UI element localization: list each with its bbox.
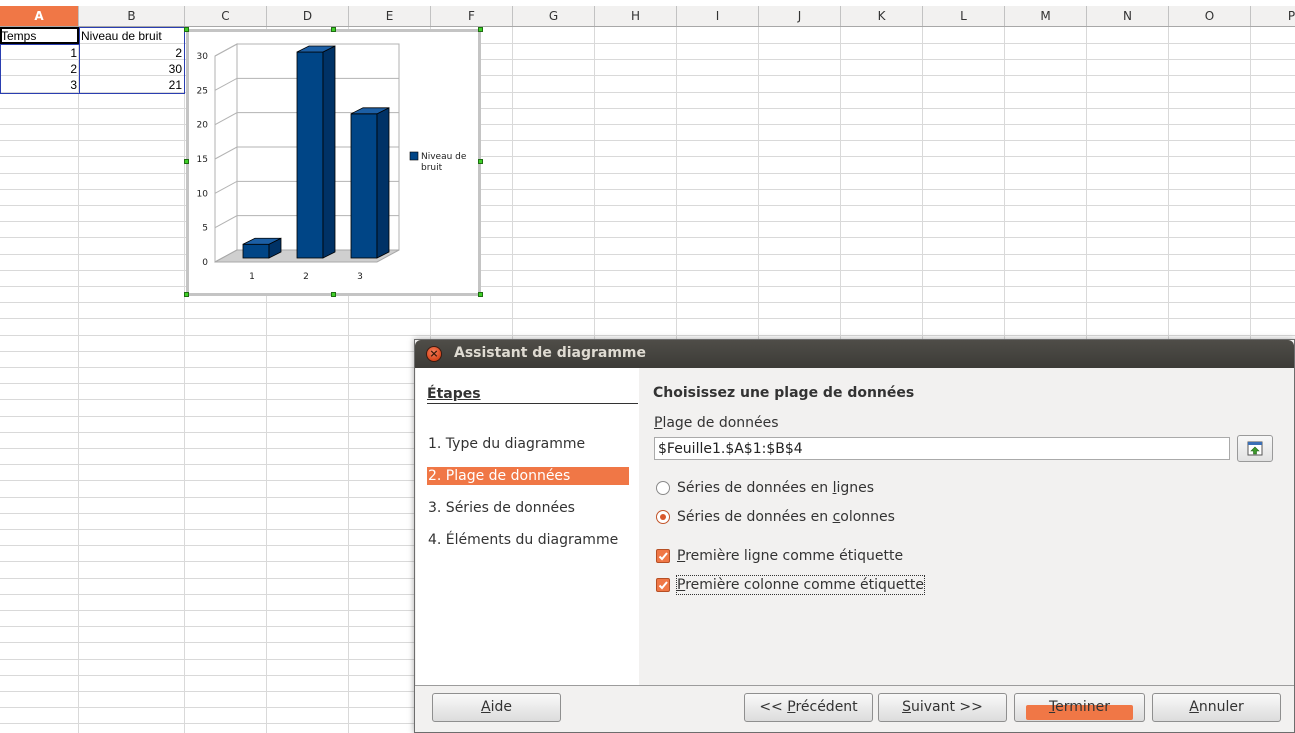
close-icon[interactable]: × bbox=[426, 346, 442, 362]
cancel-button[interactable]: Annuler bbox=[1152, 693, 1281, 722]
section-title: Choisissez une plage de données bbox=[653, 385, 915, 401]
resize-handle-br[interactable] bbox=[478, 292, 483, 297]
y-tick-label: 5 bbox=[202, 224, 208, 234]
resize-handle-tr[interactable] bbox=[478, 27, 483, 32]
y-tick-label: 10 bbox=[197, 189, 209, 199]
grid-hline bbox=[0, 335, 1295, 336]
cell-a2[interactable]: 1 bbox=[0, 45, 79, 61]
next-button[interactable]: Suivant >> bbox=[878, 693, 1007, 722]
column-header-i[interactable]: I bbox=[677, 6, 759, 26]
bar-front-1 bbox=[242, 243, 270, 259]
column-header-p[interactable]: P bbox=[1251, 6, 1295, 26]
column-header-m[interactable]: M bbox=[1005, 6, 1087, 26]
checkbox-first-row[interactable] bbox=[656, 549, 670, 563]
cell-b4[interactable]: 21 bbox=[80, 77, 184, 93]
checkmark-icon bbox=[658, 552, 668, 561]
cell-a3[interactable]: 2 bbox=[0, 61, 79, 77]
y-tick-label: 25 bbox=[197, 86, 208, 96]
finish-button[interactable]: Terminer bbox=[1014, 693, 1145, 722]
chart-wizard-dialog: × Assistant de diagramme Étapes 1. Type … bbox=[414, 339, 1295, 733]
cell-b1[interactable]: Niveau de bruit bbox=[80, 28, 184, 44]
dialog-title: Assistant de diagramme bbox=[454, 345, 647, 361]
y-tick-label: 30 bbox=[197, 52, 209, 62]
step-chart-type[interactable]: 1. Type du diagramme bbox=[427, 435, 629, 453]
cell-a1[interactable]: Temps bbox=[0, 28, 79, 44]
resize-handle-tl[interactable] bbox=[184, 27, 189, 32]
legend-label-line2: bruit bbox=[421, 163, 443, 173]
column-header-e[interactable]: E bbox=[349, 6, 431, 26]
resize-handle-t[interactable] bbox=[331, 27, 336, 32]
resize-handle-l[interactable] bbox=[184, 159, 189, 164]
steps-panel: Étapes 1. Type du diagramme 2. Plage de … bbox=[416, 368, 639, 685]
dialog-titlebar[interactable]: × Assistant de diagramme bbox=[415, 340, 1294, 368]
column-headers: ABCDEFGHIJKLMNOP bbox=[0, 6, 1295, 27]
help-button[interactable]: Aide bbox=[432, 693, 561, 722]
select-range-button[interactable] bbox=[1237, 435, 1273, 462]
step-data-range[interactable]: 2. Plage de données bbox=[427, 467, 629, 485]
cell-b2[interactable]: 2 bbox=[80, 45, 184, 61]
x-tick-label: 3 bbox=[357, 272, 363, 282]
resize-handle-r[interactable] bbox=[478, 159, 483, 164]
column-header-f[interactable]: F bbox=[431, 6, 513, 26]
column-header-h[interactable]: H bbox=[595, 6, 677, 26]
bar-side-3 bbox=[376, 107, 390, 259]
cell-b3[interactable]: 30 bbox=[80, 61, 184, 77]
y-tick-label: 15 bbox=[197, 155, 208, 165]
grid-hline bbox=[0, 318, 1295, 319]
step-content: Choisissez une plage de données Plage de… bbox=[639, 368, 1294, 685]
column-header-n[interactable]: N bbox=[1087, 6, 1169, 26]
column-header-k[interactable]: K bbox=[841, 6, 923, 26]
steps-heading: Étapes bbox=[427, 386, 638, 404]
data-range-input[interactable] bbox=[654, 437, 1230, 460]
column-header-o[interactable]: O bbox=[1169, 6, 1251, 26]
bar-side-2 bbox=[322, 45, 336, 259]
column-header-c[interactable]: C bbox=[185, 6, 267, 26]
column-header-j[interactable]: J bbox=[759, 6, 841, 26]
y-tick-label: 0 bbox=[202, 258, 208, 268]
back-button[interactable]: << Précédent bbox=[744, 693, 873, 722]
button-separator bbox=[415, 685, 1294, 686]
bar-front-3 bbox=[350, 113, 378, 259]
column-header-g[interactable]: G bbox=[513, 6, 595, 26]
column-header-a[interactable]: A bbox=[0, 6, 79, 26]
radio-columns-label: Séries de données en colonnes bbox=[677, 509, 895, 525]
radio-rows-button[interactable] bbox=[656, 481, 670, 495]
resize-handle-bl[interactable] bbox=[184, 292, 189, 297]
first-row-label: Première ligne comme étiquette bbox=[677, 548, 904, 564]
column-header-b[interactable]: B bbox=[79, 6, 185, 26]
step-data-series[interactable]: 3. Séries de données bbox=[427, 499, 629, 517]
step-chart-elements[interactable]: 4. Éléments du diagramme bbox=[427, 531, 629, 549]
column-header-l[interactable]: L bbox=[923, 6, 1005, 26]
grid-vline bbox=[78, 27, 79, 733]
checkmark-icon bbox=[658, 581, 668, 590]
column-header-d[interactable]: D bbox=[267, 6, 349, 26]
grid-vline bbox=[184, 27, 185, 733]
cell-a4[interactable]: 3 bbox=[0, 77, 79, 93]
bar-front-2 bbox=[296, 51, 324, 259]
grid-hline bbox=[0, 302, 1295, 303]
radio-columns-button[interactable] bbox=[656, 510, 670, 524]
chart-canvas: 0 5 10 15 20 25 30 1 2 3 Niveau debruit bbox=[197, 43, 467, 282]
first-column-label: Première colonne comme étiquette bbox=[675, 575, 926, 595]
legend-label-line1: Niveau de bbox=[421, 152, 467, 162]
shrink-selection-icon bbox=[1247, 441, 1263, 456]
range-label: Plage de données bbox=[654, 415, 779, 431]
x-tick-label: 2 bbox=[303, 272, 309, 282]
resize-handle-b[interactable] bbox=[331, 292, 336, 297]
checkbox-first-column[interactable] bbox=[656, 578, 670, 592]
legend-swatch bbox=[409, 151, 419, 161]
embedded-chart[interactable]: 0 5 10 15 20 25 30 1 2 3 Niveau de bruit bbox=[186, 29, 481, 296]
radio-rows-label: Séries de données en lignes bbox=[677, 480, 875, 496]
y-tick-label: 20 bbox=[197, 121, 209, 131]
x-tick-label: 1 bbox=[249, 272, 255, 282]
